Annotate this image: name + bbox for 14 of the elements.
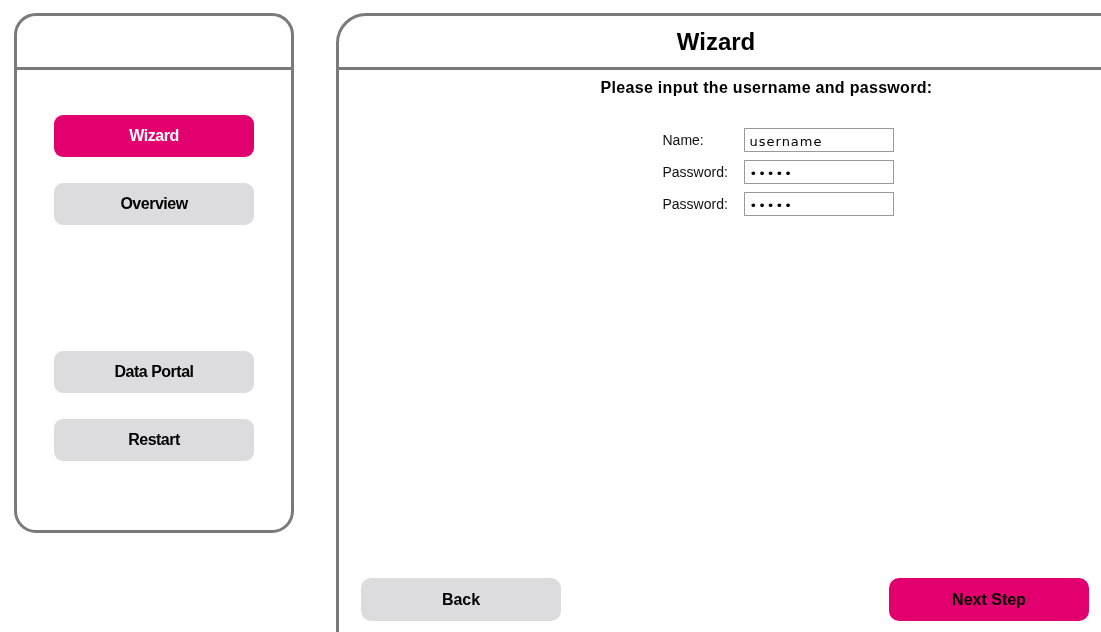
field-label: Password: [662, 196, 729, 212]
back-button[interactable]: Back [361, 578, 561, 621]
page-title: Wizard [676, 27, 756, 56]
field-label: Name: [662, 132, 705, 148]
nav-button[interactable]: Data Portal [54, 351, 254, 393]
nav-button[interactable]: Overview [54, 183, 254, 225]
prompt-text: Please input the username and password: [600, 79, 933, 97]
nav-button[interactable]: Restart [54, 419, 254, 461]
input-field[interactable]: ••••• [743, 160, 894, 184]
next-button[interactable]: Next Step [889, 578, 1089, 621]
input-field[interactable]: username [743, 128, 894, 152]
input-field[interactable]: ••••• [743, 192, 894, 216]
field-label: Password: [662, 164, 729, 180]
nav-button[interactable]: Wizard [54, 115, 254, 157]
